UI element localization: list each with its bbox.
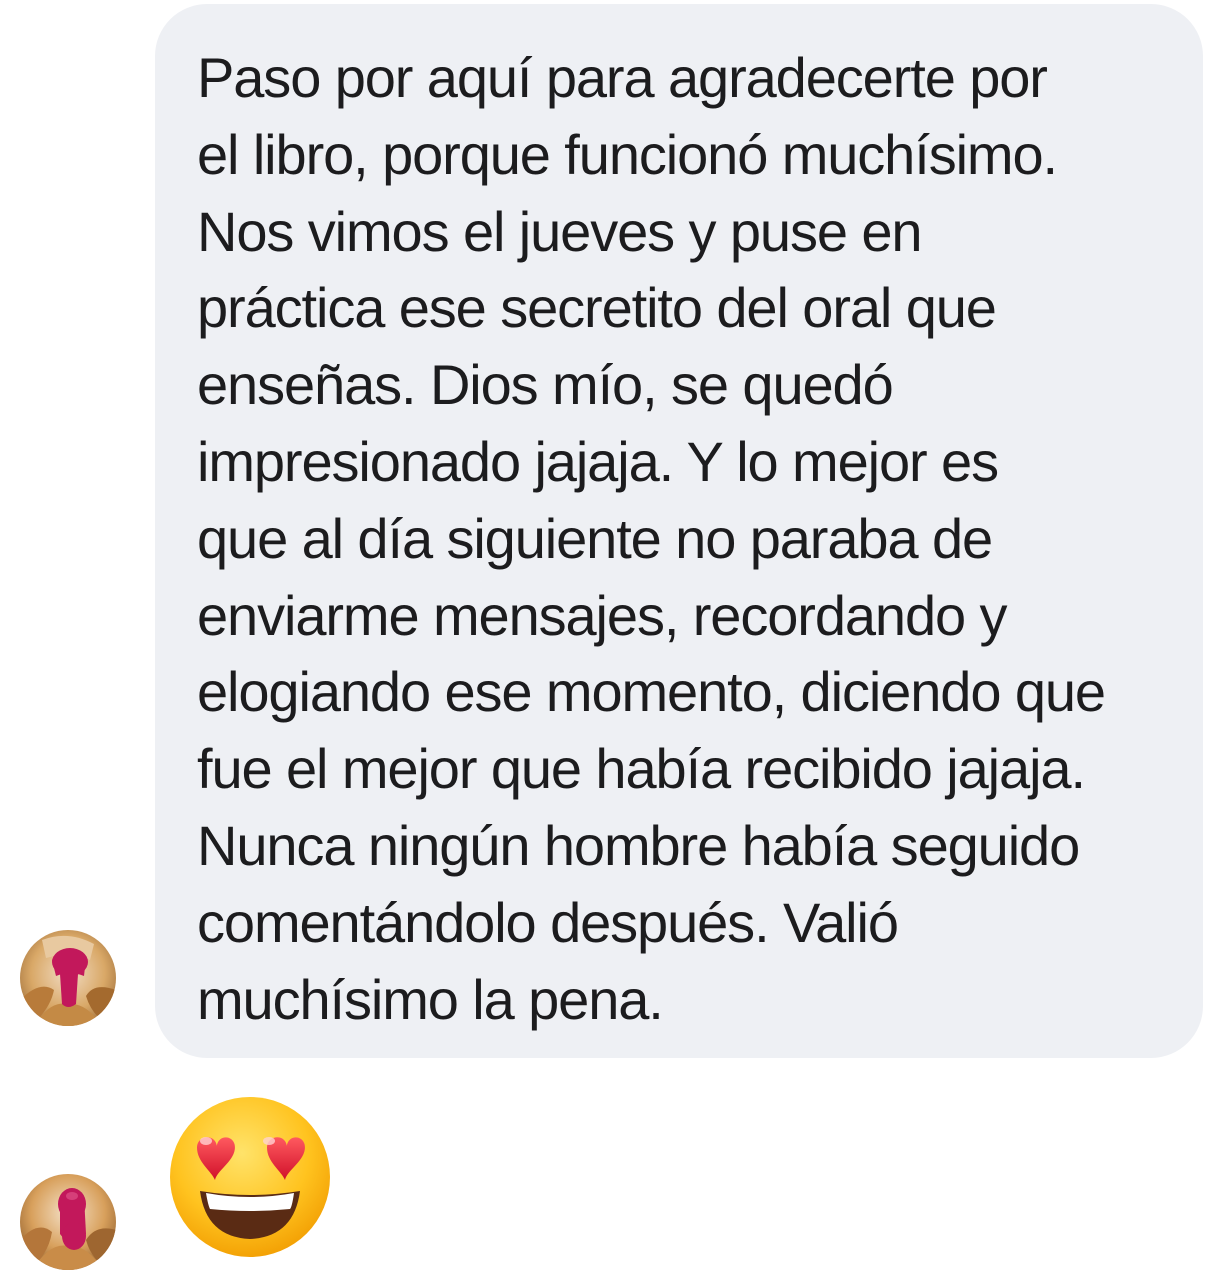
message-text: Paso por aquí para agradecerte por el li… (197, 46, 1106, 1031)
message-bubble[interactable]: Paso por aquí para agradecerte por el li… (155, 4, 1203, 1058)
heart-eyes-emoji-icon[interactable] (166, 1093, 334, 1261)
sender-avatar[interactable] (20, 930, 116, 1026)
chat-thread: Paso por aquí para agradecerte por el li… (0, 0, 1221, 1288)
avatar-photo-icon (20, 930, 116, 1026)
sender-avatar[interactable] (20, 1174, 116, 1270)
avatar-photo-icon (20, 1174, 116, 1270)
